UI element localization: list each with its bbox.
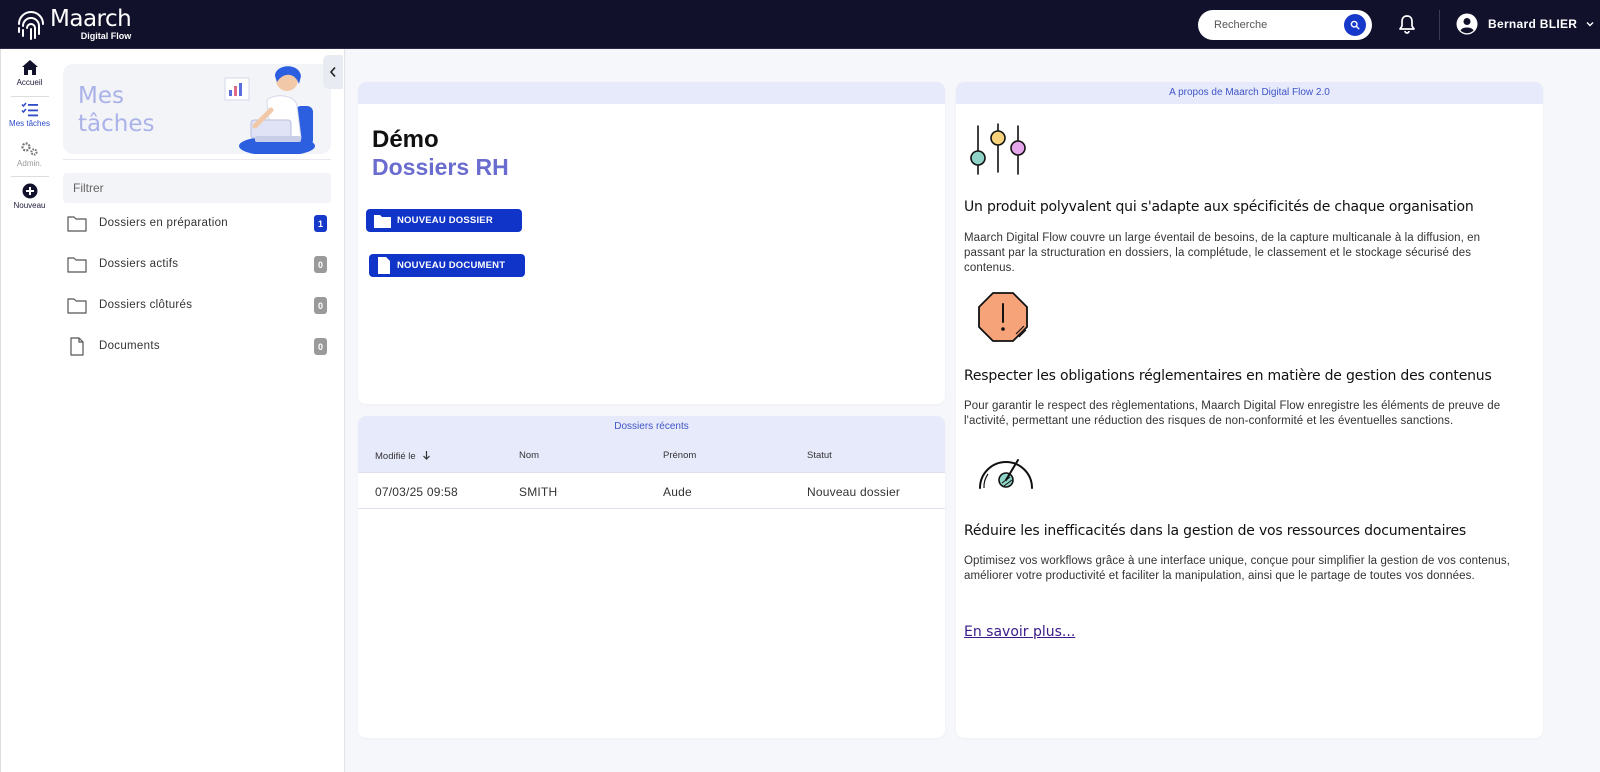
demo-card: Démo Dossiers RH NOUVEAU DOSSIER NOUVEAU… — [358, 82, 945, 404]
search-icon — [1350, 20, 1360, 30]
cell-modified: 07/03/25 09:58 — [375, 485, 458, 499]
tasks-panel: Mes tâches Dossiers en préparation 1 — [57, 49, 345, 772]
collapse-panel-button[interactable] — [323, 55, 343, 89]
about-text-3: Optimisez vos workflows grâce à une inte… — [964, 554, 1534, 584]
about-title: A propos de Maarch Digital Flow 2.0 — [956, 82, 1543, 104]
document-icon — [378, 257, 390, 274]
rail-admin-label: Admin. — [17, 159, 42, 168]
header-separator — [1439, 10, 1440, 40]
rail-tasks-label: Mes tâches — [9, 119, 50, 128]
column-header-nom[interactable]: Nom — [519, 450, 539, 461]
filter-box — [63, 173, 331, 203]
about-heading-3: Réduire les inefficacités dans la gestio… — [964, 523, 1467, 539]
cell-statut: Nouveau dossier — [807, 485, 901, 499]
task-item-dossiers-clotures[interactable]: Dossiers clôturés 0 — [63, 290, 331, 320]
about-text-3-line: Optimisez vos workflows grâce à une inte… — [964, 555, 1511, 567]
search-input[interactable] — [1214, 19, 1334, 31]
checklist-icon — [20, 102, 38, 117]
recent-folders-card: Dossiers récents Modifié le Nom Prénom S… — [358, 416, 945, 738]
task-item-documents[interactable]: Documents 0 — [63, 331, 331, 361]
about-text-1-line: Maarch Digital Flow couvre un large éven… — [964, 232, 1481, 244]
column-header-prenom[interactable]: Prénom — [663, 450, 696, 461]
count-badge: 1 — [314, 215, 327, 232]
about-text-1: Maarch Digital Flow couvre un large éven… — [964, 231, 1534, 276]
add-circle-icon — [22, 183, 37, 199]
rail-admin[interactable]: Admin. — [1, 141, 58, 168]
tasks-title: Mes tâches — [78, 83, 155, 137]
table-row[interactable]: 07/03/25 09:58 SMITH Aude Nouveau dossie… — [358, 472, 945, 509]
folder-icon — [67, 215, 87, 232]
count-badge: 0 — [314, 297, 327, 314]
search-box — [1198, 10, 1372, 40]
home-icon — [21, 60, 38, 75]
folder-icon — [374, 214, 391, 228]
about-text-2-line: Pour garantir le respect des règlementat… — [964, 400, 1501, 412]
folder-icon — [67, 256, 87, 273]
brand-name: Maarch — [50, 6, 132, 32]
user-avatar-icon — [1456, 13, 1478, 35]
gauge-icon — [979, 459, 1033, 489]
task-item-label: Dossiers clôturés — [99, 299, 193, 311]
count-badge: 0 — [314, 338, 327, 355]
table-header: Modifié le Nom Prénom Statut — [358, 438, 945, 472]
filter-input[interactable] — [73, 181, 313, 195]
demo-subtitle: Dossiers RH — [372, 154, 509, 180]
rail-new-label: Nouveau — [13, 201, 46, 210]
folder-icon — [67, 297, 87, 314]
fingerprint-icon — [18, 11, 44, 40]
about-text-1-line: contenus. — [964, 262, 1015, 274]
nav-rail: Accueil Mes tâches Admin. Nouveau — [0, 49, 57, 772]
sliders-icon — [970, 123, 1026, 175]
brand-subtitle: Digital Flow — [80, 31, 132, 41]
worker-illustration — [224, 66, 315, 154]
task-item-label: Documents — [99, 340, 160, 352]
bell-icon[interactable] — [1396, 13, 1418, 35]
sort-down-icon — [423, 451, 431, 460]
rail-new[interactable]: Nouveau — [1, 183, 58, 210]
task-item-label: Dossiers en préparation — [99, 217, 228, 229]
about-heading-1: Un produit polyvalent qui s'adapte aux s… — [964, 199, 1474, 215]
user-menu[interactable]: Bernard BLIER — [1456, 13, 1595, 35]
rail-tasks[interactable]: Mes tâches — [1, 102, 58, 128]
column-header-modified[interactable]: Modifié le — [375, 450, 431, 462]
task-item-dossiers-actifs[interactable]: Dossiers actifs 0 — [63, 249, 331, 279]
about-text-3-line: améliorer votre productivité et facilite… — [964, 570, 1475, 582]
new-document-label: NOUVEAU DOCUMENT — [397, 260, 506, 271]
warning-octagon-icon — [978, 292, 1028, 342]
tasks-hero: Mes tâches — [63, 64, 331, 154]
gears-icon — [20, 142, 38, 156]
document-icon — [70, 336, 84, 356]
about-text-2: Pour garantir le respect des règlementat… — [964, 399, 1534, 429]
about-heading-2: Respecter les obligations réglementaires… — [964, 368, 1492, 384]
rail-home-label: Accueil — [16, 78, 43, 87]
rail-divider — [11, 176, 49, 177]
chevron-down-icon — [1586, 22, 1594, 27]
rail-home[interactable]: Accueil — [1, 59, 58, 87]
about-card: A propos de Maarch Digital Flow 2.0 Un p… — [956, 82, 1543, 738]
new-folder-label: NOUVEAU DOSSIER — [397, 215, 493, 226]
column-header-statut[interactable]: Statut — [807, 450, 832, 461]
demo-card-header — [358, 82, 945, 104]
main-content: Démo Dossiers RH NOUVEAU DOSSIER NOUVEAU… — [346, 49, 1600, 772]
task-item-dossiers-preparation[interactable]: Dossiers en préparation 1 — [63, 208, 331, 238]
new-document-button[interactable]: NOUVEAU DOCUMENT — [369, 254, 525, 277]
task-item-label: Dossiers actifs — [99, 258, 179, 270]
maarch-logo[interactable]: Maarch Digital Flow — [14, 6, 132, 42]
demo-title: Démo — [372, 126, 439, 153]
about-text-2-line: l'activité, permettant une réduction des… — [964, 415, 1454, 427]
recent-folders-title: Dossiers récents — [358, 416, 945, 438]
new-folder-button[interactable]: NOUVEAU DOSSIER — [366, 209, 522, 232]
about-text-1-line: passant par la structuration en dossiers… — [964, 247, 1472, 259]
top-bar: Maarch Digital Flow Bernard BLIER — [0, 0, 1600, 49]
user-name: Bernard BLIER — [1488, 17, 1578, 31]
hero-divider — [63, 159, 331, 160]
cell-prenom: Aude — [663, 485, 692, 499]
search-button[interactable] — [1344, 14, 1366, 36]
chevron-left-icon — [329, 66, 336, 78]
rail-divider — [11, 96, 49, 97]
cell-nom: SMITH — [519, 485, 558, 499]
count-badge: 0 — [314, 256, 327, 273]
learn-more-link[interactable]: En savoir plus... — [964, 624, 1075, 640]
column-header-label: Modifié le — [375, 451, 416, 462]
